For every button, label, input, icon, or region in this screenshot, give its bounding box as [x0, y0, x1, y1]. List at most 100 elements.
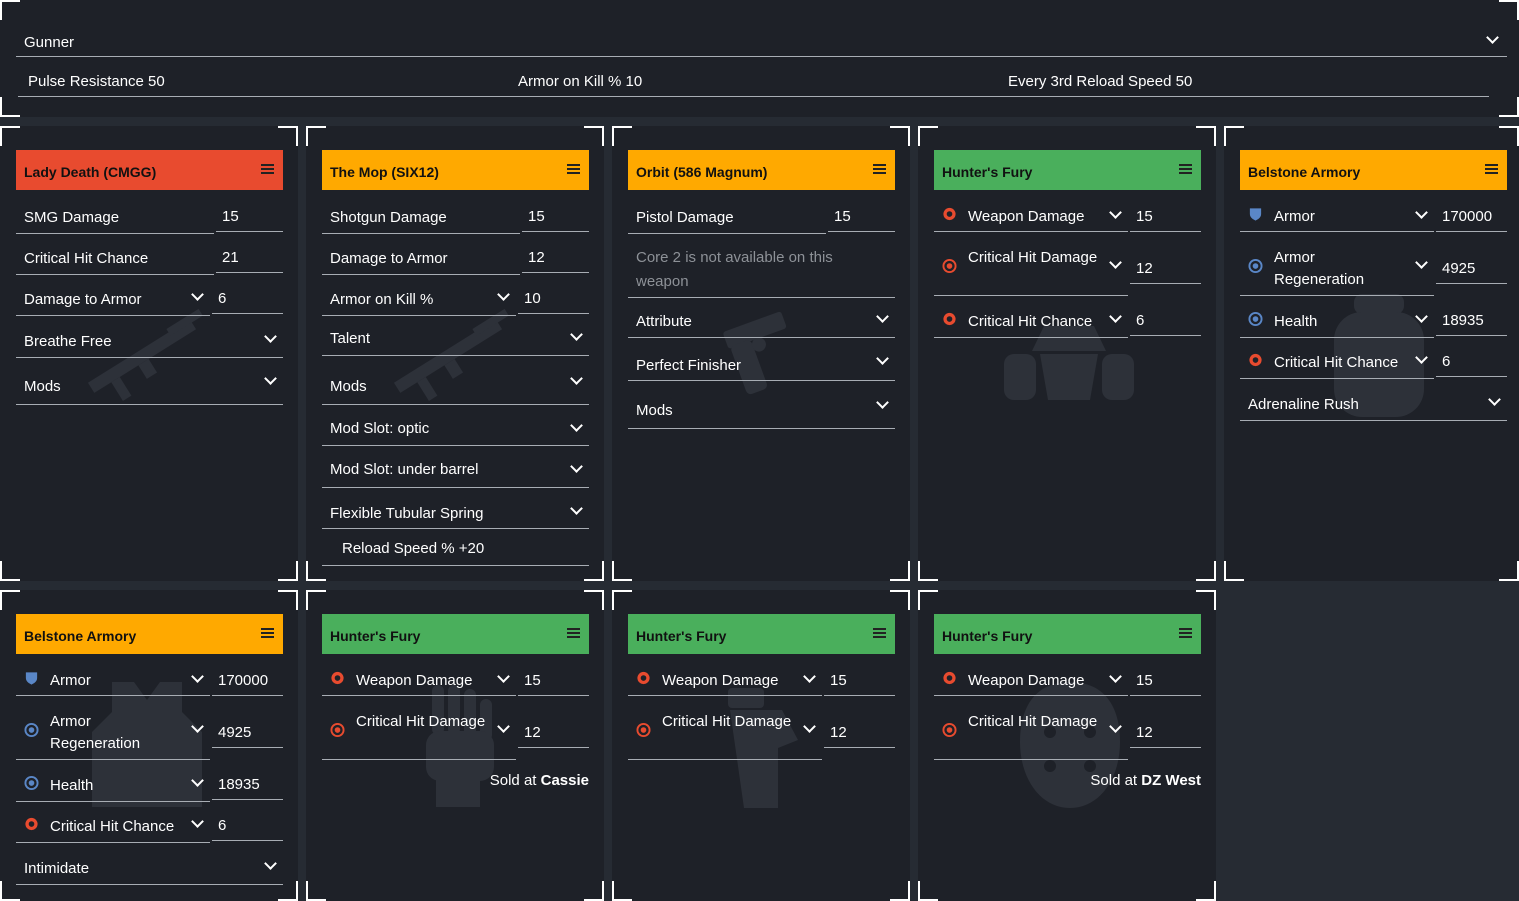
attribute-value[interactable]: 18935 — [1436, 308, 1507, 336]
attribute-select[interactable]: Weapon Damage — [322, 668, 516, 696]
attribute-value[interactable]: 15 — [216, 204, 283, 232]
item-header[interactable]: The Mop (SIX12) — [322, 150, 589, 190]
item-header[interactable]: Hunter's Fury — [628, 614, 895, 654]
attribute-select[interactable]: Weapon Damage — [934, 668, 1128, 696]
menu-icon[interactable] — [1485, 164, 1498, 174]
chevron-down-icon[interactable] — [191, 774, 204, 787]
attribute-select[interactable]: Armor on Kill % — [322, 286, 516, 316]
chevron-down-icon[interactable] — [1109, 720, 1122, 733]
item-header[interactable]: Belstone Armory — [1240, 150, 1507, 190]
attribute-select[interactable]: Armor Regeneration — [16, 708, 210, 760]
chevron-down-icon[interactable] — [1488, 393, 1501, 406]
specialization-select[interactable]: Gunner — [16, 26, 1507, 57]
menu-icon[interactable] — [261, 164, 274, 174]
attribute-value[interactable]: 12 — [1130, 720, 1201, 748]
chevron-down-icon[interactable] — [1415, 256, 1428, 269]
chevron-down-icon[interactable] — [1415, 351, 1428, 364]
attribute-value[interactable]: 6 — [212, 286, 283, 314]
chevron-down-icon[interactable] — [1109, 206, 1122, 219]
attribute-value[interactable]: 15 — [522, 204, 589, 232]
menu-icon[interactable] — [1179, 164, 1192, 174]
chevron-down-icon[interactable] — [191, 720, 204, 733]
attribute-select[interactable]: Critical Hit Damage — [934, 708, 1128, 760]
chevron-down-icon[interactable] — [570, 328, 583, 341]
attribute-value[interactable]: 10 — [518, 286, 589, 314]
chevron-down-icon[interactable] — [1109, 670, 1122, 683]
chevron-down-icon[interactable] — [570, 502, 583, 515]
attribute-select[interactable]: Critical Hit Chance — [934, 308, 1128, 338]
mod-slot-select[interactable]: Mod Slot: optic — [322, 416, 589, 446]
attribute-select[interactable]: Health — [1240, 308, 1434, 338]
attribute-select[interactable]: Damage to Armor — [16, 286, 210, 316]
attribute-value[interactable]: 6 — [212, 813, 283, 841]
attribute-value[interactable]: 15 — [1130, 668, 1201, 696]
attribute-select[interactable]: Weapon Damage — [628, 668, 822, 696]
attribute-select[interactable]: Critical Hit Damage — [934, 244, 1128, 296]
chevron-down-icon[interactable] — [570, 460, 583, 473]
chevron-down-icon[interactable] — [191, 288, 204, 301]
talent-select[interactable]: Breathe Free — [16, 328, 283, 358]
chevron-down-icon[interactable] — [497, 288, 510, 301]
attribute-value[interactable]: 15 — [824, 668, 895, 696]
chevron-down-icon[interactable] — [264, 330, 277, 343]
chevron-down-icon[interactable] — [1109, 256, 1122, 269]
attribute-value[interactable]: 12 — [1130, 256, 1201, 284]
talent-select[interactable]: Intimidate — [16, 855, 283, 885]
attribute-value[interactable]: 21 — [216, 245, 283, 273]
mod-select[interactable]: Flexible Tubular Spring — [322, 500, 589, 529]
chevron-down-icon[interactable] — [570, 419, 583, 432]
attribute-value[interactable]: 12 — [824, 720, 895, 748]
attribute-select[interactable]: Health — [16, 772, 210, 802]
chevron-down-icon[interactable] — [497, 670, 510, 683]
chevron-down-icon[interactable] — [803, 670, 816, 683]
attribute-value[interactable]: 15 — [1130, 204, 1201, 232]
attribute-value[interactable]: 4925 — [1436, 256, 1507, 284]
chevron-down-icon[interactable] — [264, 372, 277, 385]
attribute-value[interactable]: 12 — [522, 245, 589, 273]
talent-select[interactable]: Talent — [322, 326, 589, 356]
chevron-down-icon[interactable] — [191, 670, 204, 683]
chevron-down-icon[interactable] — [876, 396, 889, 409]
menu-icon[interactable] — [567, 164, 580, 174]
menu-icon[interactable] — [567, 628, 580, 638]
chevron-down-icon[interactable] — [876, 310, 889, 323]
chevron-down-icon[interactable] — [1415, 206, 1428, 219]
talent-select[interactable]: Adrenaline Rush — [1240, 391, 1507, 421]
attribute-value[interactable]: 18935 — [212, 772, 283, 800]
menu-icon[interactable] — [1179, 628, 1192, 638]
attribute-select[interactable]: Critical Hit Chance — [1240, 349, 1434, 379]
chevron-down-icon[interactable] — [1109, 310, 1122, 323]
chevron-down-icon[interactable] — [1486, 31, 1499, 44]
attribute-value[interactable]: 170000 — [212, 668, 283, 696]
attribute-value[interactable]: 15 — [828, 204, 895, 232]
item-header[interactable]: Hunter's Fury — [934, 614, 1201, 654]
attribute-value[interactable]: 6 — [1130, 308, 1201, 336]
attribute-select[interactable]: Weapon Damage — [934, 204, 1128, 232]
menu-icon[interactable] — [261, 628, 274, 638]
mods-select[interactable]: Mods — [322, 372, 589, 405]
attribute-select[interactable]: Armor — [1240, 204, 1434, 232]
menu-icon[interactable] — [873, 628, 886, 638]
mods-select[interactable]: Mods — [16, 372, 283, 405]
item-header[interactable]: Hunter's Fury — [934, 150, 1201, 190]
chevron-down-icon[interactable] — [191, 815, 204, 828]
item-header[interactable]: Belstone Armory — [16, 614, 283, 654]
mod-slot-select[interactable]: Mod Slot: under barrel — [322, 458, 589, 488]
item-header[interactable]: Hunter's Fury — [322, 614, 589, 654]
attribute-select[interactable]: Armor Regeneration — [1240, 244, 1434, 296]
chevron-down-icon[interactable] — [497, 720, 510, 733]
attribute-value[interactable]: 12 — [518, 720, 589, 748]
menu-icon[interactable] — [873, 164, 886, 174]
attribute-value[interactable]: 170000 — [1436, 204, 1507, 232]
attribute-select[interactable]: Attribute — [628, 308, 895, 338]
chevron-down-icon[interactable] — [1415, 310, 1428, 323]
chevron-down-icon[interactable] — [876, 352, 889, 365]
mods-select[interactable]: Mods — [628, 396, 895, 429]
item-header[interactable]: Lady Death (CMGG) — [16, 150, 283, 190]
talent-select[interactable]: Perfect Finisher — [628, 351, 895, 381]
attribute-select[interactable]: Critical Hit Chance — [16, 813, 210, 843]
attribute-value[interactable]: 4925 — [212, 720, 283, 748]
chevron-down-icon[interactable] — [803, 720, 816, 733]
attribute-value[interactable]: 15 — [518, 668, 589, 696]
chevron-down-icon[interactable] — [570, 372, 583, 385]
